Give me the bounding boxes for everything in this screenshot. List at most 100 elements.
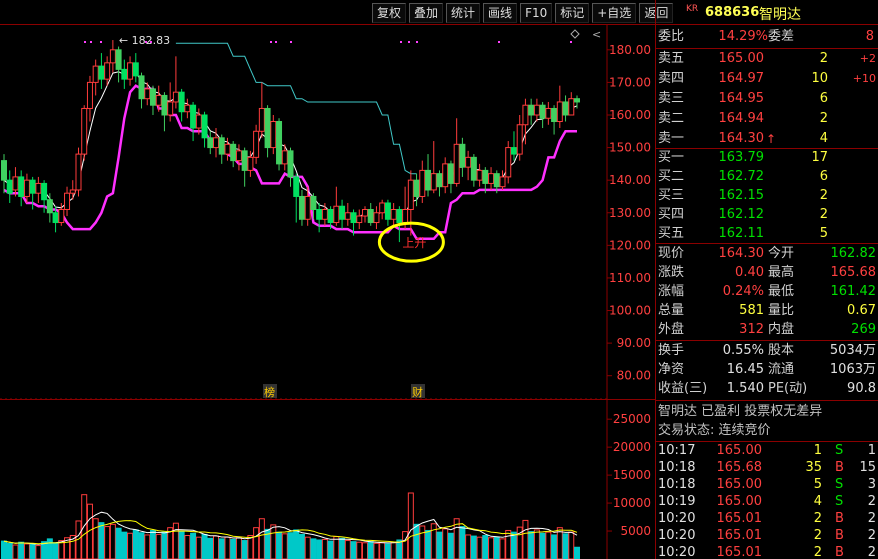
candle-body: [190, 104, 197, 129]
ask-level[interactable]: 卖二 164.94 2: [656, 109, 878, 129]
candle-body: [224, 143, 231, 155]
candle-body: [453, 143, 460, 184]
ask-label: 卖二: [658, 111, 685, 126]
candle: [253, 124, 260, 164]
candle: [18, 170, 25, 207]
candle-body: [1, 160, 7, 181]
candle: [533, 98, 540, 122]
toolbar-button[interactable]: +自选: [592, 3, 637, 23]
candle: [407, 170, 414, 236]
volume-bar: [293, 529, 300, 559]
candle: [109, 40, 116, 73]
candle-body: [69, 189, 76, 194]
price-tick-label: 160.00: [609, 108, 651, 122]
toolbar-button[interactable]: F10: [520, 3, 553, 23]
candle-body: [241, 150, 248, 171]
signal-dot: [145, 41, 147, 43]
volume-bar: [35, 545, 42, 559]
bid-level[interactable]: 买三 162.15 2: [656, 186, 878, 206]
candle-body: [230, 143, 237, 162]
price-tick-label: 120.00: [609, 238, 651, 252]
volume-bar: [510, 531, 517, 559]
candle-body: [442, 163, 449, 188]
fund-value: 1063万: [829, 362, 876, 377]
volume-bar: [190, 532, 197, 559]
volume-bar: [373, 542, 380, 559]
candle-body: [476, 169, 483, 181]
tick-volume: 2: [813, 545, 822, 559]
bid-level[interactable]: 买二 162.72 6: [656, 167, 878, 187]
diamond-icon[interactable]: [570, 29, 580, 39]
candle-body: [41, 182, 48, 201]
volume-bar: [361, 542, 368, 559]
volume-bar: [207, 537, 214, 559]
candle-body: [470, 156, 477, 181]
collapse-arrow-icon[interactable]: <: [592, 28, 601, 41]
candle-body: [568, 98, 575, 116]
ask-level[interactable]: 卖一 164.30 4 ↑: [656, 129, 878, 149]
candle-body: [127, 62, 134, 80]
volume-bar: [425, 529, 432, 559]
ask-level[interactable]: 卖五 165.00 2 +2: [656, 49, 878, 69]
toolbar-button[interactable]: 标记: [555, 3, 590, 23]
candle: [379, 199, 386, 220]
signal-dot: [290, 41, 292, 43]
volume-chart[interactable]: 5000 10000 15000 20000 25000: [0, 400, 655, 559]
volume-bar: [442, 528, 449, 559]
candle-body: [184, 104, 191, 113]
candle-body: [533, 104, 540, 116]
candle-body: [138, 75, 145, 100]
volume-bar: [551, 534, 558, 559]
candle-body: [293, 176, 300, 197]
stat-label: 涨幅: [658, 284, 685, 299]
candle: [241, 147, 248, 187]
tick-time: 10:18: [658, 460, 696, 475]
weicha-value: 8: [865, 29, 874, 44]
toolbar-button[interactable]: 复权: [372, 3, 407, 23]
tick-price: 165.00: [716, 443, 763, 458]
candle-body: [436, 173, 443, 188]
signal-dot: [270, 41, 272, 43]
ask-level[interactable]: 卖四 164.97 10 +10: [656, 69, 878, 89]
tick-time: 10:19: [658, 494, 696, 509]
bid-level[interactable]: 买一 163.79 17: [656, 148, 878, 168]
volume-bar: [258, 518, 265, 559]
candle-body: [29, 179, 36, 194]
stat-label: 涨跌: [658, 265, 685, 280]
stock-code: 688636: [705, 5, 760, 20]
kline-chart[interactable]: 80.00 90.00 100.00 110.00 120.00 130.00 140.00…: [0, 25, 655, 400]
stat-value: 0.24%: [722, 284, 764, 299]
bid-price: 163.79: [718, 150, 765, 165]
candle: [361, 206, 368, 223]
volume-bar: [476, 536, 483, 559]
candle-body: [64, 192, 71, 210]
volume-bar: [562, 533, 569, 559]
toolbar-button[interactable]: 画线: [483, 3, 518, 23]
stat-value: 312: [739, 322, 764, 337]
candle-body: [344, 212, 351, 220]
volume-bar: [172, 522, 179, 559]
signal-dot: [84, 41, 86, 43]
stat-value: 581: [739, 303, 764, 318]
volume-bar: [407, 492, 414, 559]
volume-bar: [379, 542, 386, 559]
candle-body: [459, 143, 466, 168]
candle: [539, 101, 546, 129]
toolbar-button[interactable]: 统计: [446, 3, 481, 23]
toolbar-button[interactable]: 叠加: [409, 3, 444, 23]
candle: [499, 170, 506, 190]
bid-volume: 6: [819, 169, 828, 184]
candle: [488, 167, 495, 190]
kr-badge: KR: [686, 4, 699, 14]
volume-bar: [470, 535, 477, 559]
bid-level[interactable]: 买五 162.11 5: [656, 224, 878, 244]
tick-price: 165.01: [716, 511, 763, 526]
bid-level[interactable]: 买四 162.12 2: [656, 205, 878, 225]
volume-bar: [528, 531, 535, 559]
ask-level[interactable]: 卖三 164.95 6: [656, 89, 878, 109]
candle-body: [98, 65, 105, 80]
volume-bar: [218, 538, 225, 559]
stat-label: 最高: [768, 265, 795, 280]
volume-bar: [52, 542, 59, 559]
candle-body: [522, 104, 529, 126]
